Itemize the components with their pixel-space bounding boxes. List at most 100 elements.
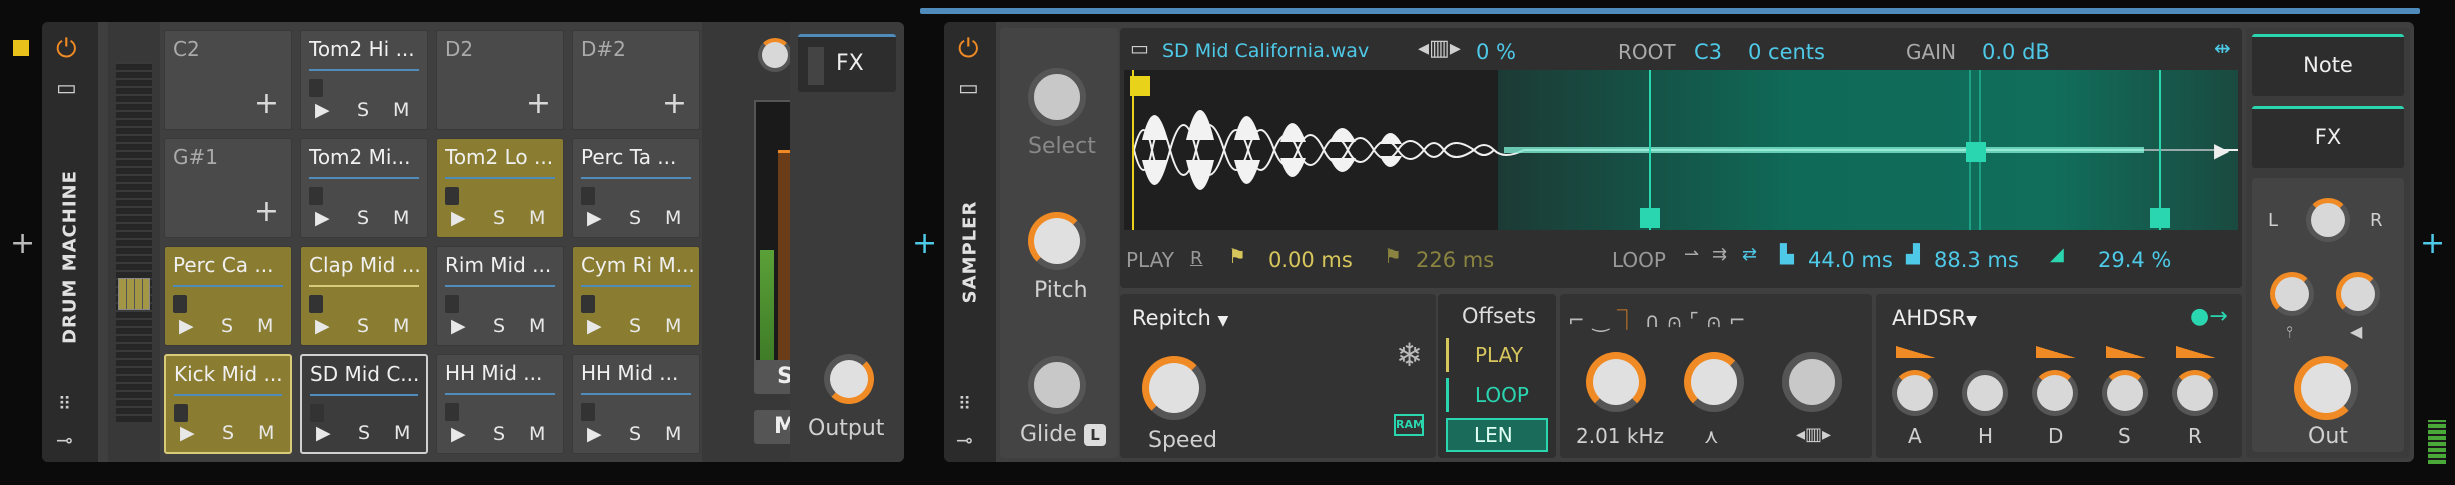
drum-pad[interactable]: G#1 + [164, 138, 292, 238]
play-release-toggle[interactable]: R [1190, 248, 1203, 269]
glide-knob[interactable] [1028, 356, 1086, 414]
pad-solo-button[interactable]: S [357, 315, 369, 337]
pad-solo-button[interactable]: S [222, 422, 234, 444]
sample-folder-icon[interactable]: ▭ [1130, 36, 1149, 60]
playback-mode-dropdown[interactable]: Repitch ▼ [1132, 306, 1228, 330]
note-grid-overview[interactable] [108, 22, 160, 462]
add-sample-icon[interactable]: + [526, 86, 551, 121]
sample-filename[interactable]: SD Mid California.wav [1162, 40, 1369, 62]
sample-start-percent[interactable]: 0 % [1476, 40, 1516, 64]
pad-mute-button[interactable]: M [393, 207, 409, 229]
drum-pad[interactable]: Tom2 Lo ... ▶ S M [436, 138, 564, 238]
drum-pad[interactable]: Kick Mid ... ▶ S M [164, 354, 292, 454]
envelope-knob-s[interactable] [2102, 370, 2148, 416]
play-end-value[interactable]: 226 ms [1416, 248, 1494, 272]
ram-button[interactable]: RAM [1394, 414, 1424, 436]
pad-play-icon[interactable]: ▶ [451, 423, 466, 445]
filter-keytrack-knob[interactable] [1782, 352, 1842, 412]
drum-pad[interactable]: HH Mid ... ▶ S M [436, 354, 564, 454]
filter-type-icons[interactable]: ⌐‿⏋∩⩀⌜⩀⌐ [1568, 304, 1754, 333]
drum-pad[interactable]: SD Mid C... ▶ S M [300, 354, 428, 454]
pad-play-icon[interactable]: ▶ [587, 423, 602, 445]
pad-mute-button[interactable]: M [393, 99, 409, 121]
drum-pad[interactable]: Perc Ta ... ▶ S M [572, 138, 700, 238]
drum-pad[interactable]: Tom2 Mi... ▶ S M [300, 138, 428, 238]
envelope-type-dropdown[interactable]: AHDSR▼ [1892, 306, 1977, 330]
pad-solo-button[interactable]: S [629, 315, 641, 337]
pad-solo-button[interactable]: S [493, 423, 505, 445]
pad-solo-button[interactable]: S [493, 207, 505, 229]
loop-length-value[interactable]: 88.3 ms [1934, 248, 2019, 272]
output-knob[interactable] [824, 354, 874, 404]
pan-knob[interactable] [2306, 198, 2350, 242]
pad-solo-button[interactable]: S [357, 207, 369, 229]
sampler-grid-dots-icon[interactable]: ⠿ [958, 394, 971, 415]
pad-mute-button[interactable]: M [394, 422, 410, 444]
offset-len-button[interactable]: LEN [1446, 418, 1548, 452]
envelope-shape-icon[interactable] [2106, 346, 2146, 358]
pad-volume-knob[interactable] [758, 38, 792, 72]
pad-play-icon[interactable]: ▶ [316, 422, 331, 444]
folder-icon[interactable]: ▭ [56, 76, 77, 101]
drum-pad[interactable]: Perc Ca ... ▶ S M [164, 246, 292, 346]
envelope-knob-d[interactable] [2032, 370, 2078, 416]
add-sample-icon[interactable]: + [662, 86, 687, 121]
play-preview-icon[interactable]: ▶ [2214, 138, 2229, 162]
speed-knob[interactable] [1142, 356, 1206, 420]
pad-play-icon[interactable]: ▶ [179, 315, 194, 337]
power-icon[interactable]: ⏻ [56, 34, 77, 65]
add-sample-icon[interactable]: + [254, 86, 279, 121]
fx-slot-button[interactable]: FX [798, 34, 896, 92]
pad-play-icon[interactable]: ▶ [451, 315, 466, 337]
add-device-before-icon[interactable]: + [10, 226, 35, 261]
drum-pad[interactable]: D#2 + [572, 30, 700, 130]
loop-pingpong-icon[interactable]: ⇄ [1742, 244, 1757, 265]
loop-forward-icon[interactable]: ⇉ [1712, 244, 1727, 265]
out-knob[interactable] [2294, 356, 2358, 420]
envelope-knob-a[interactable] [1892, 370, 1938, 416]
zoom-fit-icon[interactable]: ⇹ [2214, 36, 2231, 60]
loop-start-value[interactable]: 44.0 ms [1808, 248, 1893, 272]
key-icon[interactable]: ⊸ [56, 428, 73, 452]
offset-loop-button[interactable]: LOOP [1446, 378, 1548, 412]
pad-play-icon[interactable]: ▶ [180, 422, 195, 444]
envelope-knob-r[interactable] [2172, 370, 2218, 416]
envelope-shape-icon[interactable] [1896, 346, 1936, 358]
pad-play-icon[interactable]: ▶ [451, 207, 466, 229]
envelope-shape-icon[interactable] [2176, 346, 2216, 358]
filter-cutoff-knob[interactable] [1586, 352, 1646, 412]
pad-solo-button[interactable]: S [629, 207, 641, 229]
drum-pad[interactable]: HH Mid ... ▶ S M [572, 354, 700, 454]
loop-fade-value[interactable]: 29.4 % [2098, 248, 2171, 272]
pad-solo-button[interactable]: S [493, 315, 505, 337]
add-sample-icon[interactable]: + [254, 194, 279, 229]
pad-play-icon[interactable]: ▶ [315, 99, 330, 121]
sampler-power-icon[interactable]: ⏻ [958, 34, 979, 65]
volume-mod-knob[interactable] [2336, 272, 2380, 316]
pad-mute-button[interactable]: M [258, 422, 274, 444]
drum-pad[interactable]: D2 + [436, 30, 564, 130]
waveform-display[interactable]: ▶ [1124, 70, 2238, 230]
pad-play-icon[interactable]: ▶ [587, 207, 602, 229]
pad-mute-button[interactable]: M [665, 207, 681, 229]
pad-play-icon[interactable]: ▶ [315, 207, 330, 229]
root-value[interactable]: C3 [1694, 40, 1722, 64]
keyboard-map-icon[interactable]: ◂▥▸ [1418, 36, 1461, 61]
gain-value[interactable]: 0.0 dB [1982, 40, 2050, 64]
pad-mute-button[interactable]: M [665, 315, 681, 337]
glide-legato-badge[interactable]: L [1084, 424, 1106, 446]
pad-solo-button[interactable]: S [629, 423, 641, 445]
pad-play-icon[interactable]: ▶ [587, 315, 602, 337]
drum-pad[interactable]: Rim Mid ... ▶ S M [436, 246, 564, 346]
pitch-knob[interactable] [1028, 212, 1086, 270]
drum-pad[interactable]: Tom2 Hi ... ▶ S M [300, 30, 428, 130]
drum-pad[interactable]: C2 + [164, 30, 292, 130]
pad-solo-button[interactable]: S [358, 422, 370, 444]
pad-mute-button[interactable]: M [665, 423, 681, 445]
root-cents[interactable]: 0 cents [1748, 40, 1825, 64]
pad-mute-button[interactable]: M [529, 423, 545, 445]
sampler-key-icon[interactable]: ⊸ [956, 428, 973, 452]
loop-off-icon[interactable]: ⇀ [1684, 244, 1699, 265]
loop-start-handle[interactable] [1640, 208, 1660, 228]
pad-solo-button[interactable]: S [357, 99, 369, 121]
